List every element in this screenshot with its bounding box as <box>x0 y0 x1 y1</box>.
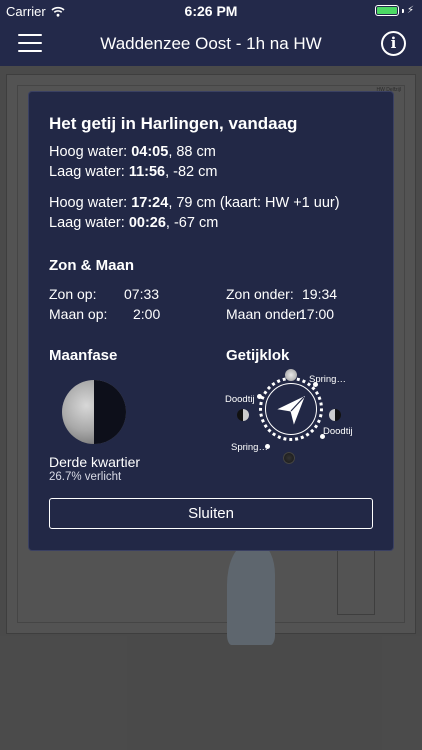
tide-note: (kaart: HW +1 uur) <box>215 195 340 211</box>
clock-label-doodtij-right: Doodtij <box>323 426 353 437</box>
tideclock-title: Getijklok <box>226 347 290 364</box>
sunset-value: 19:34 <box>302 286 338 302</box>
info-button[interactable]: i <box>381 31 406 56</box>
tide-time: 17:24 <box>131 195 169 211</box>
moonrise-value: 2:00 <box>133 306 161 322</box>
tide-dialog: Het getij in Harlingen, vandaag Hoog wat… <box>29 92 393 550</box>
charging-icon: ⚡ <box>406 5 414 16</box>
quarter-moon-icon <box>329 409 341 421</box>
tide-value: , 88 cm <box>168 144 216 160</box>
new-moon-icon <box>283 452 295 464</box>
status-bar: Carrier 6:26 PM ⚡ <box>0 0 422 22</box>
clock-label-spring-bottom: Spring… <box>231 442 268 453</box>
menu-button[interactable] <box>18 34 42 54</box>
nav-title: Waddenzee Oost - 1h na HW <box>100 34 322 53</box>
sunrise-label: Zon op: <box>49 286 97 302</box>
moonset-value: 17:00 <box>299 306 335 322</box>
moonphase-title: Maanfase <box>49 347 118 364</box>
moonphase-illumination: 26.7% verlicht <box>49 471 122 483</box>
tide-label: Hoog water: <box>49 144 128 160</box>
compass-arrow-icon <box>277 396 305 425</box>
tide-label: Laag water: <box>49 215 125 231</box>
tide-value: , -82 cm <box>165 164 218 180</box>
quarter-moon-icon <box>237 409 249 421</box>
clock-marker <box>257 394 262 399</box>
tide-time: 11:56 <box>128 164 166 180</box>
moon-phase-icon <box>62 380 126 444</box>
dialog-title: Het getij in Harlingen, vandaag <box>49 114 298 133</box>
moonphase-name: Derde kwartier <box>49 454 141 470</box>
tide-row: Hoog water: 17:24, 79 cm (kaart: HW +1 u… <box>49 195 340 211</box>
sun-moon-title: Zon & Maan <box>49 257 134 274</box>
close-button[interactable]: Sluiten <box>49 498 373 529</box>
tide-label: Hoog water: <box>49 195 128 211</box>
full-moon-icon <box>285 369 297 381</box>
tide-time: 04:05 <box>131 144 169 160</box>
tide-clock: Doodtij Spring… Doodtij Spring… <box>225 364 353 464</box>
tide-label: Laag water: <box>49 164 125 180</box>
moonset-label: Maan onder: <box>226 306 305 322</box>
clock-label-doodtij-left: Doodtij <box>225 394 255 405</box>
sunset-label: Zon onder: <box>226 286 294 302</box>
top-bar: Carrier 6:26 PM ⚡ Waddenzee Oost - 1h na… <box>0 0 422 66</box>
tide-row: Laag water: 11:56, -82 cm <box>49 164 217 180</box>
tide-time: 00:26 <box>128 215 166 231</box>
clock-label-spring-top: Spring… <box>309 374 346 385</box>
tide-row: Laag water: 00:26, -67 cm <box>49 215 218 231</box>
tide-row: Hoog water: 04:05, 88 cm <box>49 144 216 160</box>
nav-bar: Waddenzee Oost - 1h na HW i <box>0 22 422 66</box>
sunrise-value: 07:33 <box>124 286 160 302</box>
tide-value: , 79 cm <box>168 195 216 211</box>
moonrise-label: Maan op: <box>49 306 108 322</box>
status-time: 6:26 PM <box>184 3 238 19</box>
tide-value: , -67 cm <box>165 215 219 231</box>
battery-icon: ⚡ <box>374 5 414 16</box>
